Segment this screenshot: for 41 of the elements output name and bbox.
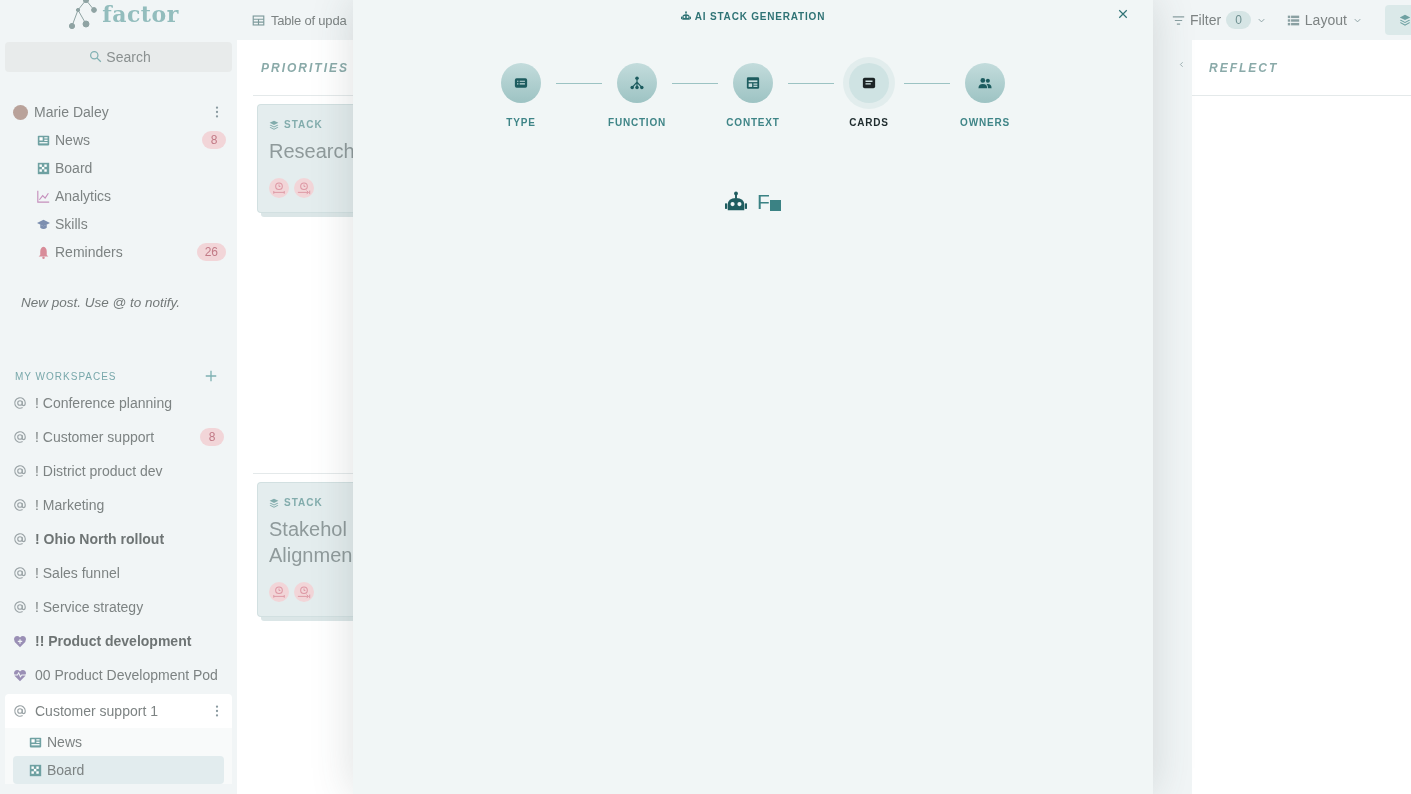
sidebar-item[interactable]: Skills xyxy=(5,210,232,238)
workspace-item[interactable]: ! Ohio North rollout xyxy=(5,522,232,556)
post-field[interactable]: New post. Use @ to notify. xyxy=(21,295,211,310)
sidebar-item[interactable]: Board xyxy=(5,154,232,182)
workspace-item[interactable]: ! District product dev xyxy=(5,454,232,488)
step-label: CARDS xyxy=(849,117,889,128)
workspace-item[interactable]: ! Service strategy xyxy=(5,590,232,624)
workspace-item[interactable]: Customer support 1 xyxy=(5,694,232,728)
card-tag: STACK xyxy=(284,119,323,130)
count-badge: 8 xyxy=(202,131,226,149)
step-label: FUNCTION xyxy=(607,117,667,128)
board-title[interactable]: Table of upda xyxy=(271,12,347,28)
layout-button[interactable]: Layout xyxy=(1286,12,1363,28)
sidebar-item[interactable]: Analytics xyxy=(5,182,232,210)
workspace-item[interactable]: ! Customer support 8 xyxy=(5,420,232,454)
sidebar-item[interactable]: Reminders 26 xyxy=(5,238,232,266)
search-field[interactable]: Search xyxy=(5,42,232,72)
dialog-title: AI STACK GENERATION xyxy=(694,10,826,22)
column-heading: REFLECT xyxy=(1192,40,1411,96)
sidebar-item[interactable]: Board xyxy=(13,756,224,784)
count-badge: 8 xyxy=(200,428,224,446)
step-label: OWNERS xyxy=(960,117,1010,128)
workspace-item[interactable]: ! Sales funnel xyxy=(5,556,232,590)
card-title: Research xyxy=(269,139,353,164)
filter-button[interactable]: Filter 0 xyxy=(1172,11,1267,29)
workspace-item[interactable]: 00 Product Development Pod xyxy=(5,658,232,692)
card-tag: STACK xyxy=(284,497,323,508)
generated-text: F xyxy=(757,192,770,212)
sidebar-item[interactable]: News 8 xyxy=(5,126,232,154)
count-badge: 26 xyxy=(196,243,226,261)
brand-logo: factor xyxy=(102,1,179,27)
count-badge: 0 xyxy=(1226,11,1251,29)
step-label: CONTEXT xyxy=(726,117,780,128)
workspace-item[interactable]: !! Product development xyxy=(5,624,232,658)
workspace-item[interactable]: ! Conference planning xyxy=(5,386,232,420)
step-label: TYPE xyxy=(506,117,536,128)
section-heading: MY WORKSPACES xyxy=(15,370,118,382)
user-name[interactable]: Marie Daley xyxy=(34,104,210,120)
card-title: Stakehol Alignmen xyxy=(269,517,353,568)
workspace-item[interactable]: ! Marketing xyxy=(5,488,232,522)
sidebar-item[interactable]: News xyxy=(13,728,224,756)
